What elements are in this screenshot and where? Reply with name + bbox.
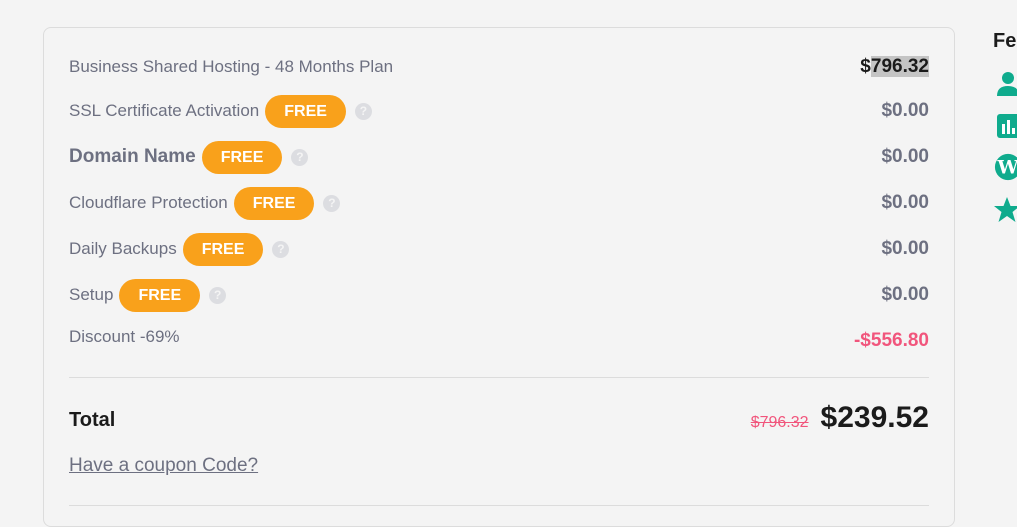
discount-amount: -$556.80 <box>853 330 929 351</box>
line-item-price: $0.00 <box>881 284 929 305</box>
line-item-label: Domain Name <box>69 146 196 167</box>
line-item-label: Daily Backups <box>69 239 177 258</box>
order-summary-card: Business Shared Hosting - 48 Months Plan… <box>43 27 955 527</box>
star-icon <box>994 197 1017 222</box>
help-icon[interactable]: ? <box>354 102 372 120</box>
line-item-price: $0.00 <box>881 238 929 259</box>
help-icon[interactable]: ? <box>272 240 290 258</box>
divider <box>69 505 929 506</box>
features-panel: Fe W <box>993 30 1017 222</box>
line-item-ssl: SSL Certificate Activation FREE ? $0.00 <box>69 94 929 128</box>
discount-label: Discount -69% <box>69 327 180 346</box>
free-badge: FREE <box>201 140 283 174</box>
free-badge: FREE <box>265 94 346 128</box>
help-icon[interactable]: ? <box>323 194 341 212</box>
coupon-code-link[interactable]: Have a coupon Code? <box>69 455 258 477</box>
help-icon[interactable]: ? <box>291 148 309 166</box>
line-item-price: $0.00 <box>881 100 929 121</box>
divider <box>69 377 929 378</box>
line-item-price: $0.00 <box>881 192 929 213</box>
discount-row: Discount -69% -$556.80 <box>69 321 929 353</box>
free-badge: FREE <box>182 232 264 266</box>
wordpress-icon: W <box>994 153 1017 181</box>
line-item-domain: Domain Name FREE ? $0.00 <box>69 140 929 174</box>
line-item-label: Setup <box>69 285 114 304</box>
chart-icon <box>997 114 1017 138</box>
total-label: Total <box>69 409 116 431</box>
line-item-label: Business Shared Hosting - 48 Months Plan <box>69 57 394 76</box>
total-prices: $796.32 $239.52 <box>751 401 929 435</box>
user-icon <box>997 72 1017 96</box>
line-item-plan: Business Shared Hosting - 48 Months Plan… <box>69 51 929 83</box>
line-item-label: SSL Certificate Activation <box>69 101 260 120</box>
free-badge: FREE <box>119 278 201 312</box>
line-item-cloudflare: Cloudflare Protection FREE ? $0.00 <box>69 186 929 220</box>
line-item-label: Cloudflare Protection <box>69 193 228 212</box>
line-item-setup: Setup FREE ? $0.00 <box>69 278 929 312</box>
final-price: $239.52 <box>820 401 929 434</box>
plan-price: $796.32 <box>860 56 929 77</box>
features-title: Fe <box>993 30 1017 52</box>
line-item-price: $0.00 <box>881 146 929 167</box>
svg-text:W: W <box>997 157 1017 179</box>
line-item-backups: Daily Backups FREE ? $0.00 <box>69 232 929 266</box>
original-price: $796.32 <box>750 414 809 431</box>
help-icon[interactable]: ? <box>209 286 227 304</box>
free-badge: FREE <box>233 186 315 220</box>
